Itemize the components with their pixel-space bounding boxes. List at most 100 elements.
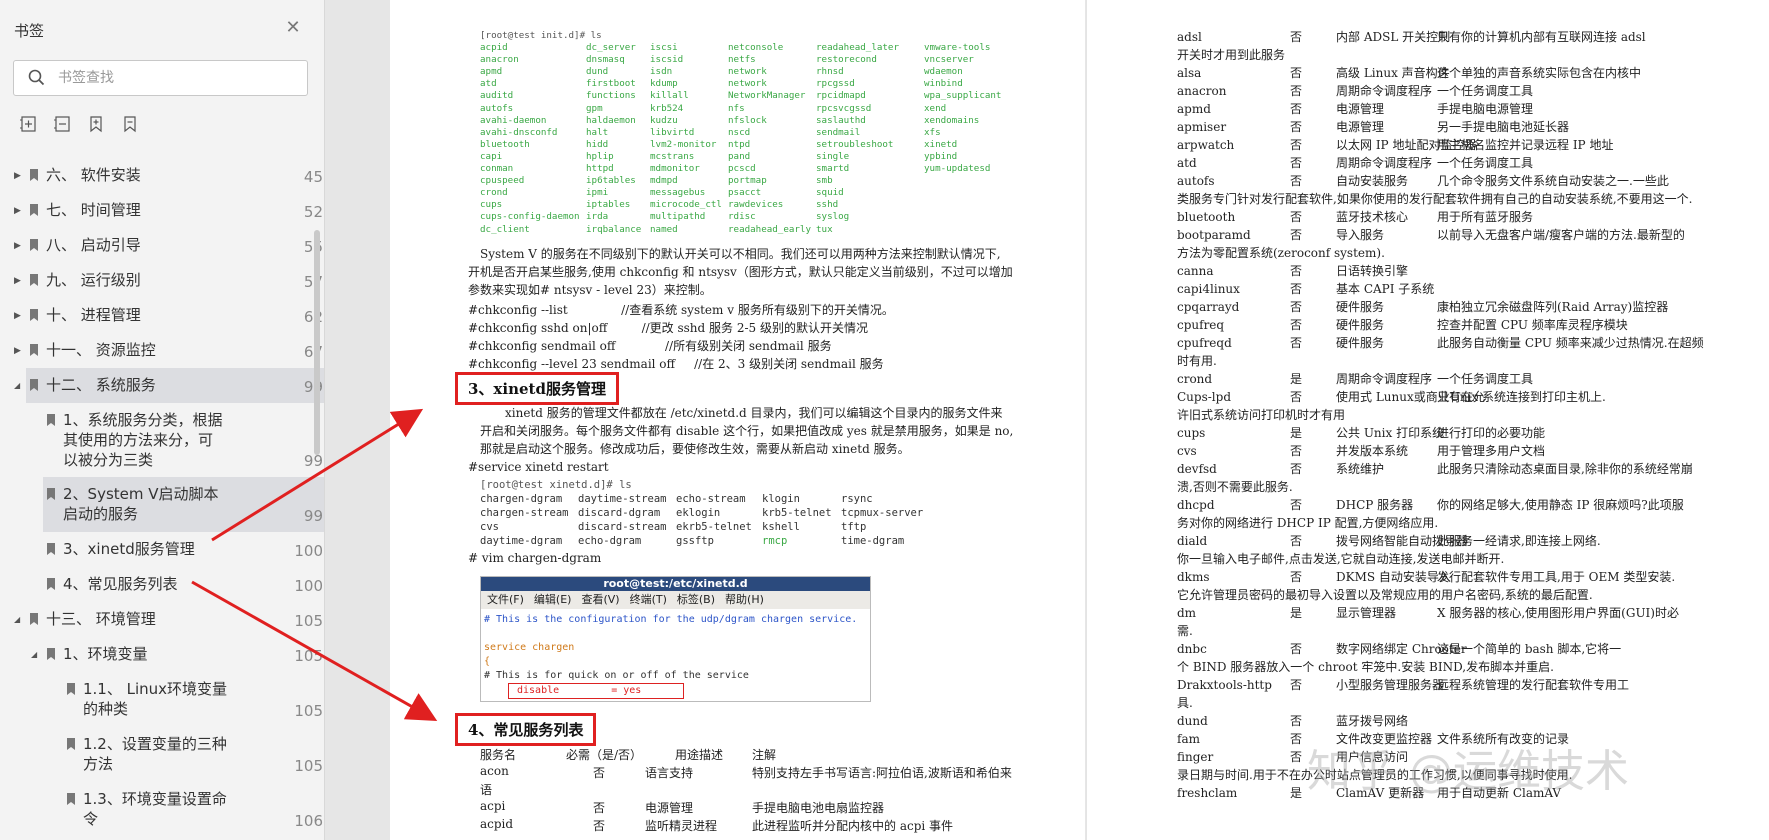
search-input[interactable]: [58, 67, 298, 89]
service-purpose: DKMS 自动安装导入: [1336, 570, 1451, 584]
sidebar-item[interactable]: ▶ 七、 时间管理 52: [14, 193, 324, 228]
collapsed-arrow-icon[interactable]: ▶: [14, 275, 24, 287]
ls-entry: irqbalance: [586, 223, 642, 235]
sidebar-item[interactable]: ◢ 1、环境变量 105: [31, 637, 324, 672]
sidebar-item-label-line: 以被分为三类: [63, 451, 154, 469]
sidebar-item[interactable]: ▶十、 进程管理62: [14, 298, 324, 333]
service-note: 控查并配置 CPU 频率库灵程序模块: [1437, 318, 1628, 332]
sidebar-item[interactable]: ▶十一、 资源监控67: [14, 333, 324, 368]
service-req: 否: [1290, 84, 1303, 98]
service-name: acon: [480, 764, 509, 778]
xinetd-entry: time-dgram: [841, 535, 905, 547]
sidebar-item[interactable]: 1、系统服务分类，根据 其使用的方法来分，可 以被分为三类 99: [43, 403, 324, 477]
service-name: bluetooth: [1177, 210, 1236, 224]
service-note: 用主机名监控并记录远程 IP 地址: [1437, 138, 1614, 152]
command-line: #chkconfig sshd on|off //更改 sshd 服务 2-5 …: [468, 321, 868, 335]
watermark: 知乎 @运维技术: [1307, 746, 1629, 797]
xinetd-grid: chargen-dgram daytime-stream echo-stream kl…: [480, 492, 931, 548]
ls-entry: [924, 175, 1024, 187]
paragraph-line: System V 的服务在不同级别下的默认开关可以不相同。我们还可以用两种方法来…: [480, 247, 1001, 261]
sidebar-item-label-line: 十二、 系统服务: [46, 376, 156, 394]
sidebar-item-label: 1、系统服务分类，根据 其使用的方法来分，可 以被分为三类: [63, 410, 223, 470]
ls-entry: firstboot: [586, 78, 636, 90]
bookmark-icon: [47, 648, 55, 660]
sidebar-item-label: 六、 软件安装: [46, 165, 141, 185]
collapse-all-icon[interactable]: [52, 114, 72, 134]
ls-entry: rpcidmapd: [816, 90, 866, 102]
expanded-arrow-icon[interactable]: ◢: [14, 614, 24, 626]
sidebar-item-label-line: 六、 软件安装: [46, 166, 141, 184]
sidebar-item[interactable]: ▶八、 启动引导55: [14, 228, 324, 263]
bookmark-icon[interactable]: [120, 114, 140, 134]
service-purpose: DHCP 服务器: [1336, 498, 1414, 512]
ls-entry: rpcsvcgssd: [816, 102, 872, 114]
collapsed-arrow-icon[interactable]: ▶: [14, 345, 24, 357]
paragraph-line: 开机是否开启某些服务,使用 chkconfig 和 ntsysv（图形方式，默认…: [468, 265, 1013, 279]
document-page-left: [root@test init.d]# ls acpid dc_server isc…: [390, 0, 1085, 840]
collapsed-arrow-icon[interactable]: ▶: [14, 240, 24, 252]
service-name: dnbc: [1177, 642, 1207, 656]
ls-entry: setroubleshoot: [816, 138, 894, 150]
heading-xinetd: 3、xinetd服务管理: [455, 372, 619, 405]
service-req: 否: [1290, 390, 1303, 404]
service-note: 这个单独的声音系统实际包含在内核中: [1437, 66, 1642, 80]
add-bookmark-icon[interactable]: [86, 114, 106, 134]
bookmark-icon: [30, 379, 38, 391]
ls-entry: yum-updatesd: [924, 163, 991, 175]
sidebar-item[interactable]: 2、System V启动脚本 启动的服务 99: [43, 477, 324, 532]
sidebar-item[interactable]: 1.3、环境变量设置命令 106: [63, 782, 324, 837]
bookmark-icon: [67, 738, 75, 750]
sidebar-item-page: 45: [303, 168, 323, 186]
sidebar-item[interactable]: ▶九、 运行级别57: [14, 263, 324, 298]
service-name: autofs: [1177, 174, 1215, 188]
ls-entry: syslog: [816, 211, 850, 223]
service-note: X 服务器的核心,使用图形用户界面(GUI)时必: [1437, 606, 1679, 620]
xinetd-entry: rmcp: [762, 535, 788, 547]
ls-entry: readahead_early: [728, 223, 811, 235]
service-req: 否: [1290, 678, 1303, 692]
service-note: 这是一个简单的 bash 脚本,它将一: [1437, 642, 1622, 656]
close-icon[interactable]: ✕: [283, 18, 303, 38]
expanded-arrow-icon[interactable]: ◢: [31, 649, 41, 661]
sidebar-item-label-line: 十一、 资源监控: [46, 341, 156, 359]
sidebar-item-label-line: 1.3、环境变量设置命: [83, 790, 227, 808]
document-page-right: adsl 否 内部 ADSL 开关控制 只有你的计算机内部有互联网连接 adsl 开关时…: [1086, 0, 1769, 840]
ls-entry: network: [728, 66, 767, 78]
service-name: canna: [1177, 264, 1214, 278]
sidebar-item[interactable]: ◢ 十三、 环境管理 105: [14, 602, 324, 637]
service-name: dund: [1177, 714, 1208, 728]
sidebar-item-label: 八、 启动引导: [46, 235, 141, 255]
sidebar-item[interactable]: 1.2、设置变量的三种 方法 105: [63, 727, 324, 782]
sidebar-item-label-line: 八、 启动引导: [46, 236, 141, 254]
service-note-wrap: 它允许管理员密码的最初导入设置以及常规应用的用户名密码,系统的最后配置.: [1177, 588, 1593, 602]
sidebar-item[interactable]: ▶ 六、 软件安装 45: [14, 158, 324, 193]
sidebar-item[interactable]: 4、常见服务列表 100: [43, 567, 324, 602]
service-req: 否: [1290, 156, 1303, 170]
sidebar-item-page: 105: [294, 702, 323, 720]
sidebar-item[interactable]: 1.1、 Linux环境变量 的种类 105: [63, 672, 324, 727]
sidebar-item[interactable]: 3、xinetd服务管理 100: [43, 532, 324, 567]
service-note: 另一手提电脑电池延长器: [1437, 120, 1570, 134]
expand-all-icon[interactable]: [18, 114, 38, 134]
xinetd-ls-output: [root@test xinetd.d]# ls chargen-dgram da…: [480, 478, 931, 548]
ls-entry: avahi-daemon: [480, 114, 547, 126]
collapsed-arrow-icon[interactable]: ▶: [14, 205, 24, 217]
sidebar-scrollbar[interactable]: [314, 230, 320, 455]
xinetd-entry: eklogin: [676, 507, 721, 519]
sidebar-item-label: 4、常见服务列表: [63, 574, 178, 594]
expanded-arrow-icon[interactable]: ◢: [14, 380, 24, 392]
service-req: 是: [1290, 606, 1303, 620]
ls-output: [root@test init.d]# ls acpid dc_server isc…: [480, 30, 1024, 236]
ls-entry: nfslock: [728, 114, 767, 126]
sidebar-item[interactable]: ◢十二、 系统服务99: [14, 368, 324, 403]
ls-entry: dc_client: [480, 223, 530, 235]
bookmark-icon: [30, 239, 38, 251]
bookmark-search[interactable]: [13, 60, 308, 96]
service-name: bootparamd: [1177, 228, 1251, 242]
service-note: 以前导入无盘客户端/瘦客户端的方法.最新型的: [1437, 228, 1685, 242]
service-name: dkms: [1177, 570, 1210, 584]
collapsed-arrow-icon[interactable]: ▶: [14, 170, 24, 182]
collapsed-arrow-icon[interactable]: ▶: [14, 310, 24, 322]
service-name: acpid: [480, 817, 514, 831]
service-req: 否: [1290, 300, 1303, 314]
